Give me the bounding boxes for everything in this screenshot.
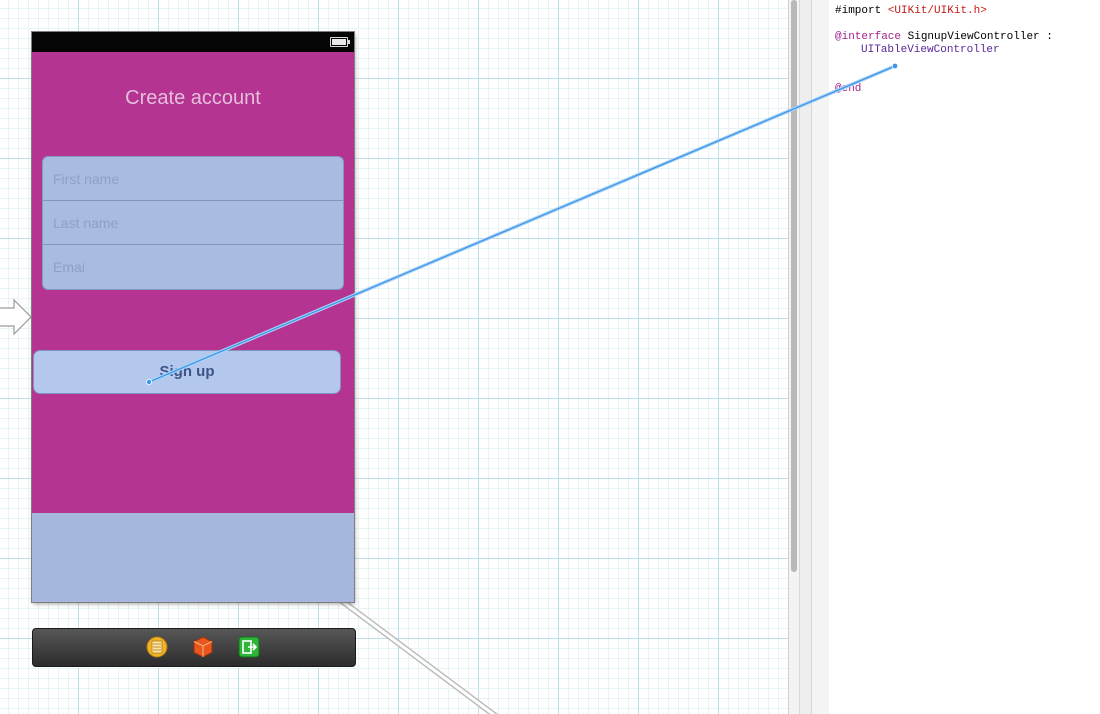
first-responder-icon[interactable] (146, 636, 168, 658)
editor-gutter (811, 0, 830, 714)
superclass-name: UITableViewController (861, 44, 1000, 56)
last-name-row (43, 201, 343, 245)
signup-view-controller-scene[interactable]: Create account Sign up (32, 32, 354, 602)
battery-icon (330, 37, 350, 47)
canvas-scrollbar[interactable] (789, 0, 800, 714)
bottom-panel (32, 513, 354, 602)
assistant-code-editor[interactable]: #import <UIKit/UIKit.h> @interface Signu… (829, 0, 1100, 714)
interface-line: @interface SignupViewController : (835, 31, 1053, 44)
email-field[interactable] (43, 245, 343, 289)
import-target: <UIKit/UIKit.h> (887, 5, 987, 17)
end-keyword: @end (835, 83, 862, 95)
exit-icon[interactable] (238, 636, 260, 658)
email-row (43, 245, 343, 289)
end-line: @end (835, 83, 861, 96)
storyboard-canvas[interactable]: Create account Sign up (0, 0, 788, 714)
status-bar (32, 32, 354, 52)
import-line: #import <UIKit/UIKit.h> (835, 5, 987, 18)
canvas-scroll-thumb[interactable] (791, 0, 797, 572)
signup-button[interactable]: Sign up (33, 350, 341, 394)
editor-splitter[interactable] (788, 0, 830, 714)
superclass-line: UITableViewController (861, 44, 1000, 57)
view-controller-icon[interactable] (192, 636, 214, 658)
scene-dock (32, 628, 356, 667)
class-name: SignupViewController (907, 31, 1040, 43)
last-name-field[interactable] (43, 201, 343, 244)
first-name-row (43, 157, 343, 201)
superclass-colon: : (1046, 31, 1053, 43)
initial-scene-arrow-icon (0, 298, 32, 336)
interface-keyword: @interface (835, 31, 902, 43)
first-name-field[interactable] (43, 157, 343, 200)
signup-form (42, 156, 344, 290)
page-title: Create account (125, 87, 261, 109)
import-directive: #import (835, 5, 882, 17)
